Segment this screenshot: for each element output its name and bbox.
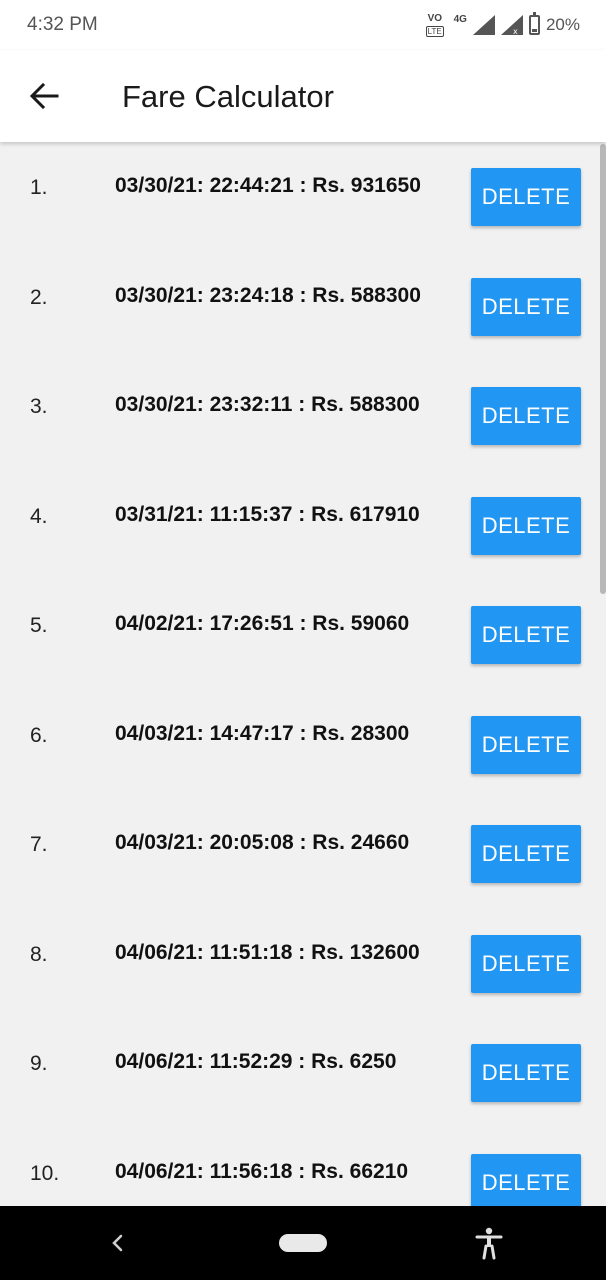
item-text: 03/31/21: 11:15:37 : Rs. 617910	[115, 503, 420, 526]
system-nav-bar	[0, 1206, 606, 1280]
item-text: 04/06/21: 11:56:18 : Rs. 66210	[115, 1160, 409, 1183]
item-text: 04/02/21: 17:26:51 : Rs. 59060	[115, 612, 410, 635]
item-text: 04/06/21: 11:52:29 : Rs. 6250	[115, 1050, 397, 1073]
item-index: 4.	[30, 505, 48, 528]
battery-icon	[528, 12, 540, 35]
item-index: 6.	[30, 724, 48, 747]
delete-button[interactable]: DELETE	[471, 716, 581, 774]
signal-icon	[472, 15, 495, 35]
item-text: 04/03/21: 20:05:08 : Rs. 24660	[115, 831, 410, 854]
list-item: 5. 04/02/21: 17:26:51 : Rs. 59060 DELETE	[0, 580, 606, 690]
delete-button[interactable]: DELETE	[471, 497, 581, 555]
back-button[interactable]	[24, 76, 64, 116]
item-text: 03/30/21: 22:44:21 : Rs. 931650	[115, 174, 421, 197]
status-bar: 4:32 PM VO LTE 4G x 20%	[0, 0, 606, 50]
list-item: 7. 04/03/21: 20:05:08 : Rs. 24660 DELETE	[0, 799, 606, 909]
status-icons: VO LTE 4G x 20%	[425, 11, 580, 39]
volte-label: VO	[427, 13, 443, 24]
scrollbar[interactable]	[600, 144, 606, 594]
arrow-left-icon	[29, 83, 59, 109]
delete-button[interactable]: DELETE	[471, 278, 581, 336]
page-title: Fare Calculator	[122, 79, 334, 114]
item-text: 04/06/21: 11:51:18 : Rs. 132600	[115, 941, 420, 964]
list-item: 2. 03/30/21: 23:24:18 : Rs. 588300 DELET…	[0, 252, 606, 362]
volte-icon: VO LTE	[425, 13, 448, 37]
list-item: 10. 04/06/21: 11:56:18 : Rs. 66210 DELET…	[0, 1128, 606, 1206]
battery-percent: 20%	[545, 15, 580, 34]
status-time: 4:32 PM	[27, 14, 98, 35]
delete-button[interactable]: DELETE	[471, 387, 581, 445]
svg-text:x: x	[513, 27, 518, 35]
list-item: 3. 03/30/21: 23:32:11 : Rs. 588300 DELET…	[0, 361, 606, 471]
list-item: 6. 04/03/21: 14:47:17 : Rs. 28300 DELETE	[0, 690, 606, 800]
item-index: 10.	[30, 1162, 60, 1185]
app-bar: Fare Calculator	[0, 50, 606, 142]
item-index: 1.	[30, 176, 48, 199]
item-index: 3.	[30, 395, 48, 418]
delete-button[interactable]: DELETE	[471, 935, 581, 993]
list-item: 4. 03/31/21: 11:15:37 : Rs. 617910 DELET…	[0, 471, 606, 581]
delete-button[interactable]: DELETE	[471, 606, 581, 664]
network-type-label: 4G	[453, 13, 467, 25]
item-text: 03/30/21: 23:32:11 : Rs. 588300	[115, 393, 420, 416]
item-index: 7.	[30, 833, 48, 856]
item-index: 2.	[30, 286, 48, 309]
accessibility-icon[interactable]	[474, 1226, 504, 1260]
item-text: 03/30/21: 23:24:18 : Rs. 588300	[115, 284, 421, 307]
item-text: 04/03/21: 14:47:17 : Rs. 28300	[115, 722, 410, 745]
delete-button[interactable]: DELETE	[471, 825, 581, 883]
lte-label: LTE	[425, 26, 444, 37]
item-index: 9.	[30, 1052, 48, 1075]
delete-button[interactable]: DELETE	[471, 168, 581, 226]
item-index: 8.	[30, 943, 48, 966]
delete-button[interactable]: DELETE	[471, 1044, 581, 1102]
delete-button[interactable]: DELETE	[471, 1154, 581, 1206]
list-item: 1. 03/30/21: 22:44:21 : Rs. 931650 DELET…	[0, 142, 606, 252]
home-pill-icon[interactable]	[279, 1234, 327, 1252]
signal-icon-sim2: x	[500, 15, 523, 35]
list-item: 9. 04/06/21: 11:52:29 : Rs. 6250 DELETE	[0, 1018, 606, 1128]
list-item: 8. 04/06/21: 11:51:18 : Rs. 132600 DELET…	[0, 909, 606, 1019]
item-index: 5.	[30, 614, 48, 637]
chevron-left-icon[interactable]	[104, 1228, 130, 1258]
fare-history-list[interactable]: 1. 03/30/21: 22:44:21 : Rs. 931650 DELET…	[0, 142, 606, 1206]
